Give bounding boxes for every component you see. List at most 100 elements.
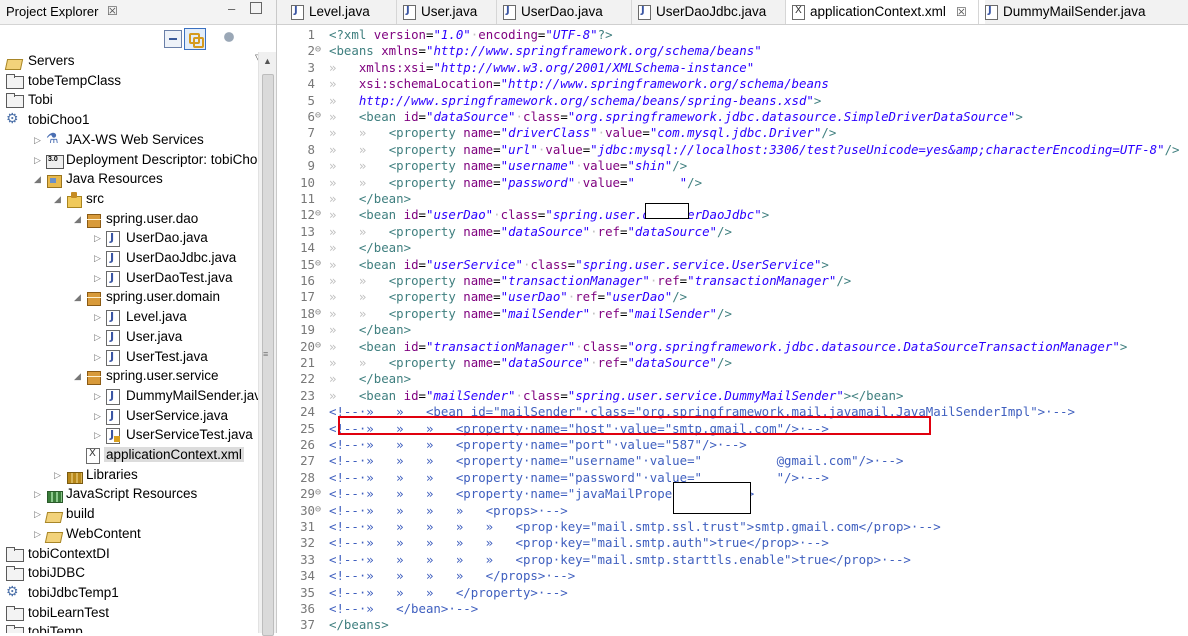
tree-item[interactable]: tobiChoo1 xyxy=(0,110,258,131)
tree-item[interactable]: ◢ spring.user.service xyxy=(0,367,258,387)
code-line[interactable]: 37 </beans> xyxy=(277,617,1188,633)
collapse-all-icon[interactable] xyxy=(164,30,182,48)
collapsed-arrow-icon[interactable]: ▷ xyxy=(94,430,104,441)
collapsed-arrow-icon[interactable]: ▷ xyxy=(94,391,104,402)
editor-tab[interactable]: UserDao.java xyxy=(497,0,638,24)
collapsed-arrow-icon[interactable]: ▷ xyxy=(34,509,44,520)
editor-tab[interactable]: User.java xyxy=(397,0,503,24)
fold-toggle-icon[interactable]: ⊖ xyxy=(315,44,321,55)
fold-toggle-icon[interactable]: ⊖ xyxy=(315,208,321,219)
tree-item[interactable]: Servers xyxy=(0,52,258,72)
tree-item[interactable]: tobiJDBC xyxy=(0,564,258,584)
collapsed-arrow-icon[interactable]: ▷ xyxy=(94,312,104,323)
code-line[interactable]: 14 » </bean> xyxy=(277,240,1188,256)
explorer-scrollbar[interactable]: ▲ ≡ xyxy=(258,52,276,636)
expanded-arrow-icon[interactable]: ◢ xyxy=(54,194,64,205)
expanded-arrow-icon[interactable]: ◢ xyxy=(74,214,84,225)
tree-item[interactable]: ▷ UserService.java xyxy=(0,407,258,427)
fold-toggle-icon[interactable]: ⊖ xyxy=(315,487,321,498)
code-line[interactable]: 18 ⊖» » <property name="mailSender"·ref="… xyxy=(277,306,1188,322)
tree-item[interactable]: ▷ Level.java xyxy=(0,308,258,328)
tree-item[interactable]: tobiLearnTest xyxy=(0,604,258,624)
close-icon[interactable]: ☒ xyxy=(956,5,967,19)
code-line[interactable]: 13» » <property name="dataSource"·ref="d… xyxy=(277,224,1188,240)
code-line[interactable]: 15 ⊖» <bean id="userService"·class="sprin… xyxy=(277,257,1188,273)
code-line[interactable]: 33 <!--·» » » » » <prop·key="mail.smtp.st… xyxy=(277,552,1188,568)
code-line[interactable]: 21» » <property name="dataSource"·ref="d… xyxy=(277,355,1188,371)
collapsed-arrow-icon[interactable]: ▷ xyxy=(94,253,104,264)
code-line[interactable]: 16» » <property name="transactionManager… xyxy=(277,273,1188,289)
code-line[interactable]: 8» » <property name="url"·value="jdbc:my… xyxy=(277,142,1188,158)
code-line[interactable]: 26 <!--·» » » <property·name="port"·value… xyxy=(277,437,1188,453)
fold-toggle-icon[interactable]: ⊖ xyxy=(315,504,321,515)
code-area[interactable]: 1 <?xml version="1.0"·encoding="UTF-8"?> 2… xyxy=(277,27,1188,633)
collapsed-arrow-icon[interactable]: ▷ xyxy=(94,352,104,363)
tree-item[interactable]: ▷ UserDaoJdbc.java xyxy=(0,249,258,269)
scroll-up-icon[interactable]: ▲ xyxy=(263,56,272,66)
tree-item[interactable]: ▷ JavaScript Resources xyxy=(0,485,258,505)
tree-item[interactable]: ▷ build xyxy=(0,505,258,525)
tree-item[interactable]: ▷ User.java xyxy=(0,328,258,348)
code-line[interactable]: 9» » <property name="username"·value="sh… xyxy=(277,158,1188,174)
tree-item[interactable]: tobiTemp xyxy=(0,623,258,633)
collapsed-arrow-icon[interactable]: ▷ xyxy=(94,411,104,422)
code-line[interactable]: 19 » </bean> xyxy=(277,322,1188,338)
collapsed-arrow-icon[interactable]: ▷ xyxy=(34,529,44,540)
code-line[interactable]: 23» <bean id="mailSender"·class="spring.… xyxy=(277,388,1188,404)
tree-item[interactable]: ◢ spring.user.domain xyxy=(0,288,258,308)
maximize-icon[interactable] xyxy=(250,2,262,14)
code-line[interactable]: 22 » </bean> xyxy=(277,371,1188,387)
editor-tab[interactable]: Level.java xyxy=(285,0,403,24)
expanded-arrow-icon[interactable]: ◢ xyxy=(74,371,84,382)
fold-toggle-icon[interactable]: ⊖ xyxy=(315,340,321,351)
code-line[interactable]: 36 <!--·» </bean>·--> xyxy=(277,601,1188,617)
collapsed-arrow-icon[interactable]: ▷ xyxy=(94,233,104,244)
tree-item[interactable]: ▷ UserServiceTest.java xyxy=(0,426,258,446)
tree-item[interactable]: ▷ UserDao.java xyxy=(0,229,258,249)
editor-tab[interactable]: DummyMailSender.java xyxy=(979,0,1182,24)
minimize-icon[interactable]: – xyxy=(228,1,235,16)
expanded-arrow-icon[interactable]: ◢ xyxy=(74,292,84,303)
code-line[interactable]: 17 » » <property name="userDao"·ref="user… xyxy=(277,289,1188,305)
close-icon[interactable]: ☒ xyxy=(107,4,118,18)
code-line[interactable]: 5 » http://www.springframework.org/schema… xyxy=(277,93,1188,109)
code-line[interactable]: 32 <!--·» » » » » <prop·key="mail.smtp.au… xyxy=(277,535,1188,551)
tree-item[interactable]: ▷ UserTest.java xyxy=(0,348,258,368)
code-line[interactable]: 1 <?xml version="1.0"·encoding="UTF-8"?> xyxy=(277,27,1188,43)
tree-item[interactable]: tobeTempClass xyxy=(0,72,258,92)
project-explorer-tab[interactable]: Project Explorer ☒ – xyxy=(0,0,276,25)
tree-item[interactable]: ◢ src xyxy=(0,190,258,210)
collapsed-arrow-icon[interactable]: ▷ xyxy=(34,135,44,146)
link-with-editor-icon[interactable] xyxy=(184,28,206,50)
code-line[interactable]: 12⊖» <bean id="userDao"·class="spring.us… xyxy=(277,207,1188,223)
tree-item[interactable]: ▷ Deployment Descriptor: tobiChoo1 xyxy=(0,151,258,171)
editor-tab[interactable]: applicationContext.xml ☒ xyxy=(786,0,985,24)
code-line[interactable]: 7» » <property name="driverClass"·value=… xyxy=(277,125,1188,141)
tree-item[interactable]: tobiJdbcTemp1 xyxy=(0,583,258,604)
fold-toggle-icon[interactable]: ⊖ xyxy=(315,307,321,318)
code-line[interactable]: 6 ⊖» <bean id="dataSource"·class="org.spr… xyxy=(277,109,1188,125)
tree-item[interactable]: ▷ Libraries xyxy=(0,466,258,486)
fold-toggle-icon[interactable]: ⊖ xyxy=(315,258,321,269)
collapsed-arrow-icon[interactable]: ▷ xyxy=(34,155,44,166)
code-line[interactable]: 27 <!--·» » » <property·name="username"·v… xyxy=(277,453,1188,469)
collapsed-arrow-icon[interactable]: ▷ xyxy=(34,489,44,500)
tree-item[interactable]: applicationContext.xml xyxy=(0,446,258,466)
filter-icon[interactable] xyxy=(224,32,234,42)
tree-item[interactable]: ◢ Java Resources xyxy=(0,170,258,190)
tree-item[interactable]: ◢ spring.user.dao xyxy=(0,210,258,230)
code-line[interactable]: 11 » </bean> xyxy=(277,191,1188,207)
code-line[interactable]: 35 <!--·» » » </property>·--> xyxy=(277,585,1188,601)
collapsed-arrow-icon[interactable]: ▷ xyxy=(54,470,64,481)
editor-tab[interactable]: UserDaoJdbc.java xyxy=(632,0,792,24)
collapsed-arrow-icon[interactable]: ▷ xyxy=(94,332,104,343)
tree-item[interactable]: ▷ JAX-WS Web Services xyxy=(0,130,258,151)
fold-toggle-icon[interactable]: ⊖ xyxy=(315,110,321,121)
tree-item[interactable]: ▷ UserDaoTest.java xyxy=(0,269,258,289)
code-line[interactable]: 10» » <property name="password"·value=" … xyxy=(277,175,1188,191)
collapsed-arrow-icon[interactable]: ▷ xyxy=(94,273,104,284)
code-line[interactable]: 31 <!--·» » » » » <prop·key="mail.smtp.ss… xyxy=(277,519,1188,535)
code-line[interactable]: 4 » xsi:schemaLocation="http://www.spring… xyxy=(277,76,1188,92)
tree-item[interactable]: ▷ DummyMailSender.java xyxy=(0,387,258,407)
tree-item[interactable]: tobiContextDI xyxy=(0,545,258,565)
